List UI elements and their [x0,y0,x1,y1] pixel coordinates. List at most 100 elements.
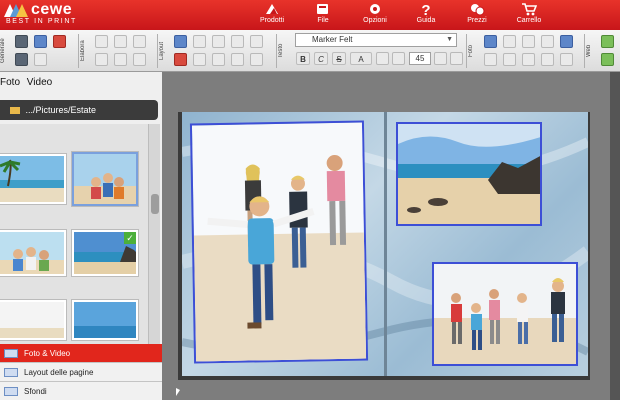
text-align-icon[interactable] [376,52,389,65]
folder-path-bar[interactable]: .../Pictures/Estate [0,100,158,120]
menu-file[interactable]: File [298,2,348,30]
align-icon[interactable] [193,53,206,66]
photo-frame-family-beach[interactable] [432,262,578,366]
tab-label: Foto & Video [24,349,71,358]
strikethrough-button[interactable]: S [332,52,346,65]
menu-label: Prodotti [259,17,285,24]
photo-frame-icon[interactable] [503,53,516,66]
menu-label: Prezzi [467,17,487,24]
font-family-select[interactable]: Marker Felt ▼ [295,33,457,47]
menu-carrello[interactable]: Carrello [504,2,554,30]
order-icon[interactable] [53,35,66,48]
beach-rocks-photo [398,124,540,224]
layout-grid-icon[interactable] [174,35,187,48]
italic-button[interactable]: C [314,52,328,65]
backgrounds-icon [4,387,18,396]
photo-thumbnail-selected[interactable] [72,152,138,206]
bold-button[interactable]: B [296,52,310,65]
font-size-dropdown-icon[interactable] [434,52,447,65]
settings-icon[interactable] [34,53,47,66]
brand-tagline: BEST IN PRINT [6,18,77,25]
photo-thumbnail[interactable] [0,230,66,276]
ungroup-icon[interactable] [231,53,244,66]
menu-label: File [317,17,329,24]
tab-foto-video[interactable]: Foto & Video [0,344,162,363]
partial-photo [74,302,136,338]
delete-icon[interactable] [133,35,146,48]
help-icon: ? [421,2,430,16]
add-photo-icon[interactable] [34,35,47,48]
copy-icon[interactable] [114,53,127,66]
photo-crop-icon[interactable] [484,53,497,66]
mouse-cursor-icon [176,388,180,396]
tab-sfondi[interactable]: Sfondi [0,382,162,400]
tab-foto[interactable]: Foto [0,77,20,88]
tab-label: Layout delle pagine [24,368,94,377]
svg-text:?: ? [421,2,430,16]
options-icon [370,4,380,14]
products-icon [266,4,278,14]
menu-label: Opzioni [363,17,387,24]
toolbar-separator [276,34,277,68]
menu-guida[interactable]: ? Guida [401,2,451,30]
tab-video[interactable]: Video [27,77,52,88]
menu-prodotti[interactable]: Prodotti [247,2,297,30]
photo-mask-icon[interactable] [541,35,554,48]
photo-thumbnail-selected[interactable]: ✓ [72,230,138,276]
menu-prezzi[interactable]: Prezzi [452,2,502,30]
family-sand-photo [0,232,64,274]
photo-frame-running-family[interactable] [189,120,369,364]
toolbar-separator [584,34,585,68]
brand-name: cewe [31,1,73,18]
font-size-field[interactable]: 45 [409,52,431,65]
tab-label: Sfondi [24,387,47,396]
send-back-icon[interactable] [250,35,263,48]
preview-icon[interactable] [15,53,28,66]
group-icon[interactable] [212,53,225,66]
font-color-button[interactable]: A [350,52,372,65]
toolbar-separator [466,34,467,68]
photo-thumbnail[interactable] [0,154,66,204]
running-family-photo [191,122,369,364]
text-effects-icon[interactable] [392,52,405,65]
photo-filter-icon[interactable] [522,35,535,48]
photo-border-icon[interactable] [541,53,554,66]
photo-effects-icon[interactable] [503,35,516,48]
cewe-logo-mark-icon [4,4,28,17]
more-text-icon[interactable] [450,52,463,65]
cut-icon[interactable] [95,53,108,66]
photo-globe-icon[interactable] [560,35,573,48]
menu-opzioni[interactable]: Opzioni [350,2,400,30]
more-photo-icon[interactable] [560,53,573,66]
photo-thumbnail[interactable] [0,300,66,340]
paste-icon[interactable] [133,53,146,66]
beach-palm-photo [0,156,64,202]
web-share-icon[interactable] [601,35,614,48]
save-icon[interactable] [15,35,28,48]
redo-icon[interactable] [114,35,127,48]
layout-magic-icon[interactable] [174,53,187,66]
arrange-icon[interactable] [212,35,225,48]
toolbar-separator [78,34,79,68]
file-icon [317,4,328,14]
photo-shadow-icon[interactable] [522,53,535,66]
toolbar-separator [157,34,158,68]
photo-thumbnail[interactable] [72,300,138,340]
scrollbar-thumb[interactable] [151,194,159,214]
undo-icon[interactable] [95,35,108,48]
more-layout-icon[interactable] [250,53,263,66]
photo-edit-icon[interactable] [484,35,497,48]
menu-label: Carrello [516,17,542,24]
prices-icon [471,4,485,16]
web-upload-icon[interactable] [601,53,614,66]
rotate-icon[interactable] [193,35,206,48]
tab-layout-pagine[interactable]: Layout delle pagine [0,363,162,382]
toolbar-group-layout: Layout [159,42,165,61]
page-layout-icon [4,368,18,377]
right-panel-edge [610,72,620,400]
bring-front-icon[interactable] [231,35,244,48]
photo-frame-beach-rocks[interactable] [396,122,542,226]
chevron-down-icon: ▼ [446,36,453,43]
folder-icon [10,107,20,114]
menu-label: Guida [416,17,436,24]
